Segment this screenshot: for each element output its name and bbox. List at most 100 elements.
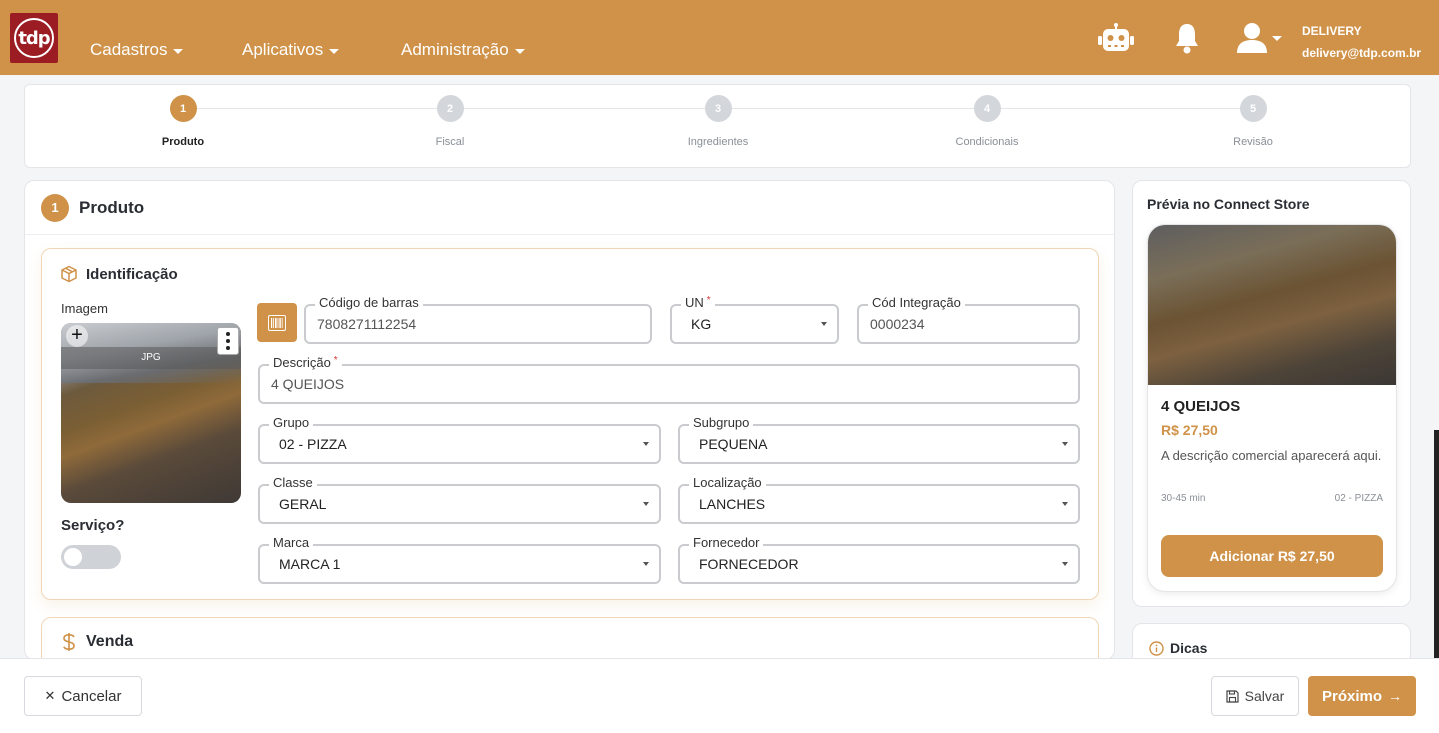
preview-add-button[interactable]: Adicionar R$ 27,50 [1161, 535, 1383, 577]
user-menu[interactable] [1236, 22, 1282, 54]
chevron-down-icon [643, 562, 649, 566]
user-name: DELIVERY [1302, 24, 1362, 38]
nav-cadastros[interactable]: Cadastros [90, 40, 184, 60]
step-number: 1 [169, 95, 197, 122]
preview-price: R$ 27,50 [1161, 422, 1218, 438]
section-title-text: Venda [86, 633, 134, 650]
user-icon [1237, 23, 1267, 53]
step-number: 4 [973, 95, 1001, 122]
caret-down-icon [1272, 35, 1282, 41]
save-label: Salvar [1244, 688, 1285, 704]
preview-title: Prévia no Connect Store [1147, 196, 1310, 212]
field-value: FORNECEDOR [699, 556, 799, 572]
image-format-tag: JPG [61, 347, 241, 369]
preview-delivery-time: 30-45 min [1161, 493, 1206, 504]
servico-toggle[interactable] [61, 545, 121, 569]
required-marker: * [706, 295, 711, 306]
preview-description: A descrição comercial aparecerá aqui. [1161, 448, 1382, 463]
wizard-stepper: 1 Produto 2 Fiscal 3 Ingredientes 4 Cond… [24, 84, 1411, 168]
servico-label: Serviço? [61, 517, 125, 534]
tdp-logo[interactable]: tdp [10, 13, 58, 63]
caret-down-icon [514, 48, 525, 54]
chevron-down-icon [1062, 442, 1068, 446]
section-title: Venda [62, 632, 133, 652]
step-label: Ingredientes [687, 136, 749, 148]
field-label-text: Descrição [273, 355, 331, 370]
caret-down-icon [173, 48, 184, 54]
next-label: Próximo [1321, 687, 1382, 705]
arrow-right-icon: → [1388, 688, 1402, 704]
nav-label: Administração [401, 40, 509, 59]
classe-select[interactable]: Classe GERAL [258, 475, 661, 524]
section-number-badge: 1 [41, 193, 69, 222]
field-label: Classe [269, 475, 317, 490]
field-value: PEQUENA [699, 436, 768, 452]
step-produto[interactable]: 1 Produto [123, 95, 243, 148]
field-value: GERAL [279, 496, 327, 512]
chevron-down-icon [1062, 562, 1068, 566]
nav-label: Cadastros [90, 40, 168, 59]
field-value: 02 - PIZZA [279, 436, 347, 452]
save-button[interactable]: Salvar [1211, 676, 1299, 716]
store-preview-card: Prévia no Connect Store 4 QUEIJOS R$ 27,… [1132, 180, 1411, 607]
field-label: Grupo [269, 415, 314, 430]
nav-aplicativos[interactable]: Aplicativos [242, 40, 340, 60]
step-number: 3 [704, 95, 732, 122]
field-label: Cód Integração [868, 295, 965, 310]
product-image[interactable]: JPG + [61, 323, 241, 503]
marca-select[interactable]: Marca MARCA 1 [258, 535, 661, 584]
add-image-icon[interactable]: + [66, 325, 88, 347]
tips-header: Dicas [1149, 640, 1207, 656]
grupo-select[interactable]: Grupo 02 - PIZZA [258, 415, 661, 464]
descricao-field[interactable]: Descrição * 4 QUEIJOS [258, 355, 1080, 404]
step-condicionais[interactable]: 4 Condicionais [927, 95, 1047, 148]
step-label: Revisão [1233, 136, 1273, 148]
field-value: KG [691, 316, 712, 332]
localizacao-select[interactable]: Localização LANCHES [678, 475, 1080, 524]
cancel-label: Cancelar [61, 687, 122, 705]
image-menu-kebab-icon[interactable] [217, 327, 239, 355]
step-revisao[interactable]: 5 Revisão [1193, 95, 1313, 148]
chevron-down-icon [821, 322, 827, 326]
fornecedor-select[interactable]: Fornecedor FORNECEDOR [678, 535, 1080, 584]
box-icon [61, 265, 77, 283]
step-label: Produto [161, 136, 205, 148]
field-label: Fornecedor [689, 535, 764, 550]
card-title: Produto [79, 197, 145, 217]
bell-icon[interactable] [1174, 22, 1200, 54]
user-email: delivery@tdp.com.br [1302, 46, 1422, 60]
field-label: UN * [681, 295, 715, 310]
product-form-card: 1 Produto Identificação Imagem JPG + Ser… [24, 180, 1115, 660]
step-number: 5 [1239, 95, 1267, 122]
field-value: 4 QUEIJOS [271, 376, 345, 392]
caret-down-icon [329, 48, 340, 54]
tips-title: Dicas [1170, 640, 1208, 656]
save-icon [1226, 689, 1239, 703]
required-marker: * [333, 355, 338, 366]
product-preview: 4 QUEIJOS R$ 27,50 A descrição comercial… [1147, 224, 1397, 592]
codigo-barras-field[interactable]: Código de barras 7808271112254 [304, 295, 652, 344]
logo-mark: tdp [14, 18, 54, 58]
preview-image [1148, 225, 1396, 385]
scrollbar[interactable] [1434, 430, 1439, 660]
barcode-scan-button[interactable] [257, 303, 297, 342]
un-select[interactable]: UN * KG [670, 295, 839, 344]
next-button[interactable]: Próximo → [1308, 676, 1416, 716]
top-navbar: tdp Cadastros Aplicativos Administração … [0, 0, 1439, 75]
field-label: Marca [269, 535, 314, 550]
cod-integracao-field[interactable]: Cód Integração 0000234 [857, 295, 1080, 344]
image-label: Imagem [61, 301, 108, 316]
cancel-button[interactable]: ✕ Cancelar [24, 676, 142, 716]
field-label: Descrição * [269, 355, 342, 370]
preview-product-name: 4 QUEIJOS [1161, 398, 1241, 415]
nav-administracao[interactable]: Administração [401, 40, 525, 60]
step-label: Fiscal [435, 136, 465, 148]
step-fiscal[interactable]: 2 Fiscal [390, 95, 510, 148]
section-title-text: Identificação [86, 265, 178, 283]
close-icon: ✕ [44, 688, 56, 703]
robot-icon[interactable] [1098, 22, 1134, 54]
step-ingredientes[interactable]: 3 Ingredientes [658, 95, 778, 148]
subgrupo-select[interactable]: Subgrupo PEQUENA [678, 415, 1080, 464]
field-label: Subgrupo [689, 415, 754, 430]
field-value: 0000234 [870, 316, 925, 332]
